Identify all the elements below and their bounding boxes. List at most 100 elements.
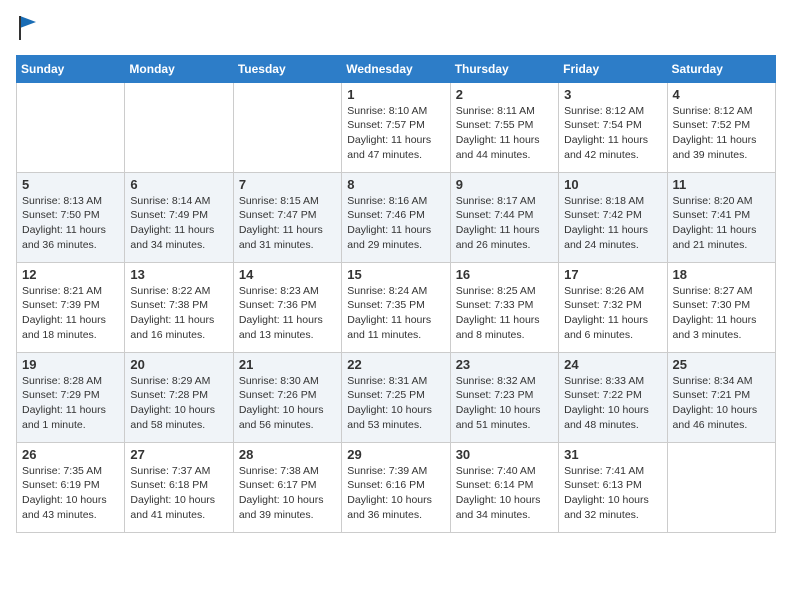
calendar-cell: 30 Sunrise: 7:40 AM Sunset: 6:14 PM Dayli…: [450, 442, 558, 532]
calendar-cell: 21 Sunrise: 8:30 AM Sunset: 7:26 PM Dayli…: [233, 352, 341, 442]
day-number: 1: [347, 87, 444, 102]
calendar-cell: 28 Sunrise: 7:38 AM Sunset: 6:17 PM Dayli…: [233, 442, 341, 532]
day-info: Sunrise: 8:29 AM Sunset: 7:28 PM Dayligh…: [130, 374, 227, 433]
day-info: Sunrise: 8:10 AM Sunset: 7:57 PM Dayligh…: [347, 104, 444, 163]
day-info: Sunrise: 8:25 AM Sunset: 7:33 PM Dayligh…: [456, 284, 553, 343]
day-info: Sunrise: 8:12 AM Sunset: 7:52 PM Dayligh…: [673, 104, 770, 163]
calendar-cell: [125, 82, 233, 172]
day-info: Sunrise: 7:38 AM Sunset: 6:17 PM Dayligh…: [239, 464, 336, 523]
day-number: 16: [456, 267, 553, 282]
day-number: 2: [456, 87, 553, 102]
calendar-cell: 3Sunrise: 8:12 AM Sunset: 7:54 PM Daylig…: [559, 82, 667, 172]
calendar-table: SundayMondayTuesdayWednesdayThursdayFrid…: [16, 55, 776, 533]
day-number: 7: [239, 177, 336, 192]
weekday-header-sunday: Sunday: [17, 55, 125, 82]
day-number: 24: [564, 357, 661, 372]
calendar-cell: [17, 82, 125, 172]
day-info: Sunrise: 7:40 AM Sunset: 6:14 PM Dayligh…: [456, 464, 553, 523]
day-number: 22: [347, 357, 444, 372]
day-number: 18: [673, 267, 770, 282]
calendar-cell: 20Sunrise: 8:29 AM Sunset: 7:28 PM Dayli…: [125, 352, 233, 442]
day-info: Sunrise: 8:16 AM Sunset: 7:46 PM Dayligh…: [347, 194, 444, 253]
day-number: 31: [564, 447, 661, 462]
calendar-cell: 24 Sunrise: 8:33 AM Sunset: 7:22 PM Dayli…: [559, 352, 667, 442]
calendar-week-row: 1 Sunrise: 8:10 AM Sunset: 7:57 PM Daylig…: [17, 82, 776, 172]
day-number: 27: [130, 447, 227, 462]
weekday-header-thursday: Thursday: [450, 55, 558, 82]
calendar-cell: 11 Sunrise: 8:20 AM Sunset: 7:41 PM Dayli…: [667, 172, 775, 262]
calendar-cell: 18 Sunrise: 8:27 AM Sunset: 7:30 PM Dayli…: [667, 262, 775, 352]
day-info: Sunrise: 8:11 AM Sunset: 7:55 PM Dayligh…: [456, 104, 553, 163]
calendar-cell: 1 Sunrise: 8:10 AM Sunset: 7:57 PM Daylig…: [342, 82, 450, 172]
day-number: 30: [456, 447, 553, 462]
day-info: Sunrise: 8:17 AM Sunset: 7:44 PM Dayligh…: [456, 194, 553, 253]
day-number: 13: [130, 267, 227, 282]
day-info: Sunrise: 8:20 AM Sunset: 7:41 PM Dayligh…: [673, 194, 770, 253]
day-number: 15: [347, 267, 444, 282]
calendar-cell: 12 Sunrise: 8:21 AM Sunset: 7:39 PM Dayli…: [17, 262, 125, 352]
day-info: Sunrise: 8:33 AM Sunset: 7:22 PM Dayligh…: [564, 374, 661, 433]
day-number: 26: [22, 447, 119, 462]
day-number: 19: [22, 357, 119, 372]
day-number: 8: [347, 177, 444, 192]
calendar-week-row: 12 Sunrise: 8:21 AM Sunset: 7:39 PM Dayli…: [17, 262, 776, 352]
calendar-cell: 2 Sunrise: 8:11 AM Sunset: 7:55 PM Daylig…: [450, 82, 558, 172]
calendar-cell: 10Sunrise: 8:18 AM Sunset: 7:42 PM Dayli…: [559, 172, 667, 262]
calendar-cell: 15 Sunrise: 8:24 AM Sunset: 7:35 PM Dayli…: [342, 262, 450, 352]
day-info: Sunrise: 8:30 AM Sunset: 7:26 PM Dayligh…: [239, 374, 336, 433]
day-info: Sunrise: 8:13 AM Sunset: 7:50 PM Dayligh…: [22, 194, 119, 253]
day-number: 21: [239, 357, 336, 372]
day-info: Sunrise: 8:26 AM Sunset: 7:32 PM Dayligh…: [564, 284, 661, 343]
day-number: 5: [22, 177, 119, 192]
day-number: 10: [564, 177, 661, 192]
weekday-header-monday: Monday: [125, 55, 233, 82]
calendar-cell: 7 Sunrise: 8:15 AM Sunset: 7:47 PM Daylig…: [233, 172, 341, 262]
day-info: Sunrise: 8:21 AM Sunset: 7:39 PM Dayligh…: [22, 284, 119, 343]
calendar-cell: 16 Sunrise: 8:25 AM Sunset: 7:33 PM Dayli…: [450, 262, 558, 352]
day-number: 4: [673, 87, 770, 102]
calendar-cell: 29 Sunrise: 7:39 AM Sunset: 6:16 PM Dayli…: [342, 442, 450, 532]
day-info: Sunrise: 8:27 AM Sunset: 7:30 PM Dayligh…: [673, 284, 770, 343]
day-info: Sunrise: 8:31 AM Sunset: 7:25 PM Dayligh…: [347, 374, 444, 433]
day-number: 23: [456, 357, 553, 372]
calendar-cell: 23 Sunrise: 8:32 AM Sunset: 7:23 PM Dayli…: [450, 352, 558, 442]
calendar-cell: [233, 82, 341, 172]
day-info: Sunrise: 8:34 AM Sunset: 7:21 PM Dayligh…: [673, 374, 770, 433]
calendar-cell: 25Sunrise: 8:34 AM Sunset: 7:21 PM Dayli…: [667, 352, 775, 442]
calendar-cell: 9Sunrise: 8:17 AM Sunset: 7:44 PM Daylig…: [450, 172, 558, 262]
calendar-cell: [667, 442, 775, 532]
calendar-cell: 6 Sunrise: 8:14 AM Sunset: 7:49 PM Daylig…: [125, 172, 233, 262]
calendar-week-row: 26Sunrise: 7:35 AM Sunset: 6:19 PM Dayli…: [17, 442, 776, 532]
weekday-header-row: SundayMondayTuesdayWednesdayThursdayFrid…: [17, 55, 776, 82]
calendar-week-row: 19 Sunrise: 8:28 AM Sunset: 7:29 PM Dayli…: [17, 352, 776, 442]
day-info: Sunrise: 8:15 AM Sunset: 7:47 PM Dayligh…: [239, 194, 336, 253]
day-number: 17: [564, 267, 661, 282]
day-info: Sunrise: 8:28 AM Sunset: 7:29 PM Dayligh…: [22, 374, 119, 433]
day-info: Sunrise: 8:22 AM Sunset: 7:38 PM Dayligh…: [130, 284, 227, 343]
calendar-cell: 17 Sunrise: 8:26 AM Sunset: 7:32 PM Dayli…: [559, 262, 667, 352]
calendar-cell: 22 Sunrise: 8:31 AM Sunset: 7:25 PM Dayli…: [342, 352, 450, 442]
calendar-cell: 14Sunrise: 8:23 AM Sunset: 7:36 PM Dayli…: [233, 262, 341, 352]
weekday-header-tuesday: Tuesday: [233, 55, 341, 82]
day-number: 12: [22, 267, 119, 282]
day-info: Sunrise: 8:12 AM Sunset: 7:54 PM Dayligh…: [564, 104, 661, 163]
day-number: 28: [239, 447, 336, 462]
weekday-header-friday: Friday: [559, 55, 667, 82]
day-number: 6: [130, 177, 227, 192]
day-info: Sunrise: 8:32 AM Sunset: 7:23 PM Dayligh…: [456, 374, 553, 433]
logo: [16, 16, 38, 45]
weekday-header-wednesday: Wednesday: [342, 55, 450, 82]
day-info: Sunrise: 7:41 AM Sunset: 6:13 PM Dayligh…: [564, 464, 661, 523]
day-info: Sunrise: 7:37 AM Sunset: 6:18 PM Dayligh…: [130, 464, 227, 523]
day-number: 29: [347, 447, 444, 462]
day-info: Sunrise: 8:14 AM Sunset: 7:49 PM Dayligh…: [130, 194, 227, 253]
day-info: Sunrise: 8:24 AM Sunset: 7:35 PM Dayligh…: [347, 284, 444, 343]
calendar-cell: 26Sunrise: 7:35 AM Sunset: 6:19 PM Dayli…: [17, 442, 125, 532]
calendar-cell: 13 Sunrise: 8:22 AM Sunset: 7:38 PM Dayli…: [125, 262, 233, 352]
day-number: 11: [673, 177, 770, 192]
calendar-cell: 27 Sunrise: 7:37 AM Sunset: 6:18 PM Dayli…: [125, 442, 233, 532]
calendar-cell: 8 Sunrise: 8:16 AM Sunset: 7:46 PM Daylig…: [342, 172, 450, 262]
day-number: 14: [239, 267, 336, 282]
day-info: Sunrise: 7:39 AM Sunset: 6:16 PM Dayligh…: [347, 464, 444, 523]
calendar-cell: 19 Sunrise: 8:28 AM Sunset: 7:29 PM Dayli…: [17, 352, 125, 442]
